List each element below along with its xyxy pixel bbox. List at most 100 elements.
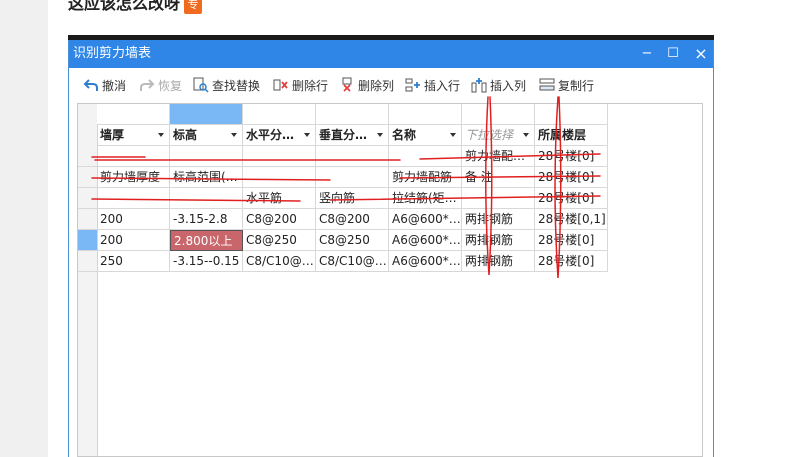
row-header[interactable] — [78, 230, 97, 251]
insert-row-label: 插入行 — [424, 79, 461, 93]
table-cell[interactable]: 2.800以上 — [170, 230, 243, 251]
delete-row-icon — [273, 79, 288, 91]
table-cell[interactable]: -3.15-2.8 — [170, 209, 243, 230]
table-cell[interactable]: 28号楼[0] — [535, 230, 608, 251]
table-cell[interactable] — [243, 146, 316, 167]
undo-label: 撤消 — [102, 79, 127, 93]
redo-icon — [140, 79, 155, 91]
find-replace-button[interactable]: 查找替换 — [193, 77, 260, 95]
table-cell[interactable]: A6@600*… — [389, 251, 462, 272]
table-cell[interactable]: 两排钢筋 — [462, 209, 535, 230]
column-header[interactable]: 下拉选择 — [462, 125, 535, 146]
row-header[interactable] — [78, 167, 97, 188]
table-cell[interactable]: 标高范围(… — [170, 167, 243, 188]
table-cell[interactable] — [462, 188, 535, 209]
insert-row-icon — [405, 78, 420, 92]
close-button[interactable]: × — [687, 40, 715, 68]
table-cell[interactable]: 备 注 — [462, 167, 535, 188]
column-header[interactable]: 标高 — [170, 125, 243, 146]
column-selector[interactable] — [316, 104, 389, 125]
column-header[interactable]: 名称 — [389, 125, 462, 146]
table-cell[interactable]: 28号楼[0] — [535, 167, 608, 188]
column-header[interactable]: 所属楼层 — [535, 125, 608, 146]
table-cell[interactable]: A6@600*… — [389, 209, 462, 230]
table-cell[interactable] — [170, 188, 243, 209]
titlebar: 识别剪力墙表 − ☐ × — [69, 40, 713, 68]
column-selector[interactable] — [97, 104, 170, 125]
table-cell[interactable]: A6@600*… — [389, 230, 462, 251]
data-grid: 墙厚 标高 水平分… 垂直分… 名称 下拉选择 所属楼层 剪力墙配… 28号楼[0] 剪力墙厚度标… — [77, 103, 703, 457]
find-replace-icon — [193, 77, 209, 93]
chevron-down-icon[interactable] — [450, 133, 456, 137]
insert-row-button[interactable]: 插入行 — [405, 77, 460, 95]
table-cell[interactable]: 剪力墙厚度 — [97, 167, 170, 188]
row-header[interactable] — [78, 251, 97, 272]
table-cell[interactable] — [316, 146, 389, 167]
insert-col-icon — [471, 78, 487, 93]
undo-icon — [83, 79, 98, 91]
table-cell[interactable]: C8@250 — [316, 230, 389, 251]
column-header[interactable]: 水平分… — [243, 125, 316, 146]
table-cell[interactable] — [97, 146, 170, 167]
undo-button[interactable]: 撤消 — [83, 77, 126, 95]
chevron-down-icon[interactable] — [377, 133, 383, 137]
table-cell[interactable]: 200 — [97, 230, 170, 251]
question-title: 这应该怎么改呀专 — [68, 0, 203, 16]
table-cell[interactable]: C8/C10@… — [243, 251, 316, 272]
table-cell[interactable] — [243, 167, 316, 188]
dialog-window: 识别剪力墙表 − ☐ × 撤消 恢复 查找替换 删除行 删除列 插入行 插入列 … — [68, 40, 714, 457]
table-cell[interactable]: C8/C10@… — [316, 251, 389, 272]
column-selector[interactable] — [462, 104, 535, 125]
insert-col-label: 插入列 — [490, 79, 527, 93]
row-header[interactable] — [78, 146, 97, 167]
table-cell[interactable]: 两排钢筋 — [462, 251, 535, 272]
table-cell[interactable] — [170, 146, 243, 167]
table-cell[interactable]: 水平筋 — [243, 188, 316, 209]
table-cell[interactable] — [97, 188, 170, 209]
redo-label: 恢复 — [158, 79, 183, 93]
find-replace-label: 查找替换 — [212, 79, 261, 93]
expert-badge: 专 — [184, 0, 203, 14]
column-selector[interactable] — [535, 104, 608, 125]
delete-row-label: 删除行 — [292, 79, 329, 93]
chevron-down-icon[interactable] — [158, 133, 164, 137]
copy-row-button[interactable]: 复制行 — [539, 77, 594, 95]
insert-col-button[interactable]: 插入列 — [471, 77, 526, 95]
question-text: 这应该怎么改呀 — [68, 0, 181, 13]
delete-col-button[interactable]: 删除列 — [339, 77, 394, 95]
delete-row-button[interactable]: 删除行 — [273, 77, 328, 95]
row-header[interactable] — [78, 188, 97, 209]
chevron-down-icon[interactable] — [304, 133, 310, 137]
chevron-down-icon[interactable] — [523, 133, 529, 137]
table-cell[interactable]: C8@200 — [243, 209, 316, 230]
maximize-button[interactable]: ☐ — [659, 40, 687, 68]
table-cell[interactable]: 拉结筋(矩… — [389, 188, 462, 209]
column-selector[interactable] — [389, 104, 462, 125]
table-cell[interactable] — [316, 167, 389, 188]
table-cell[interactable]: 28号楼[0] — [535, 188, 608, 209]
toolbar: 撤消 恢复 查找替换 删除行 删除列 插入行 插入列 复制行 — [69, 72, 713, 100]
table-cell[interactable]: 250 — [97, 251, 170, 272]
table-cell[interactable]: 28号楼[0] — [535, 251, 608, 272]
column-header[interactable]: 垂直分… — [316, 125, 389, 146]
table-cell[interactable]: 剪力墙配筋 — [389, 167, 462, 188]
window-title: 识别剪力墙表 — [73, 46, 152, 61]
table-cell[interactable]: C8@250 — [243, 230, 316, 251]
redo-button[interactable]: 恢复 — [139, 77, 182, 95]
row-header[interactable] — [78, 209, 97, 230]
table-cell[interactable]: -3.15--0.15 — [170, 251, 243, 272]
table-cell[interactable]: 28号楼[0,1] — [535, 209, 608, 230]
column-header[interactable]: 墙厚 — [97, 125, 170, 146]
column-selector[interactable] — [170, 104, 243, 125]
table-cell[interactable]: 竖向筋 — [316, 188, 389, 209]
minimize-button[interactable]: − — [633, 40, 661, 68]
table-cell[interactable] — [389, 146, 462, 167]
copy-row-icon — [539, 78, 555, 91]
column-selector[interactable] — [243, 104, 316, 125]
table-cell[interactable]: 28号楼[0] — [535, 146, 608, 167]
table-cell[interactable]: C8@200 — [316, 209, 389, 230]
table-cell[interactable]: 剪力墙配… — [462, 146, 535, 167]
table-cell[interactable]: 两排钢筋 — [462, 230, 535, 251]
table-cell[interactable]: 200 — [97, 209, 170, 230]
chevron-down-icon[interactable] — [231, 133, 237, 137]
